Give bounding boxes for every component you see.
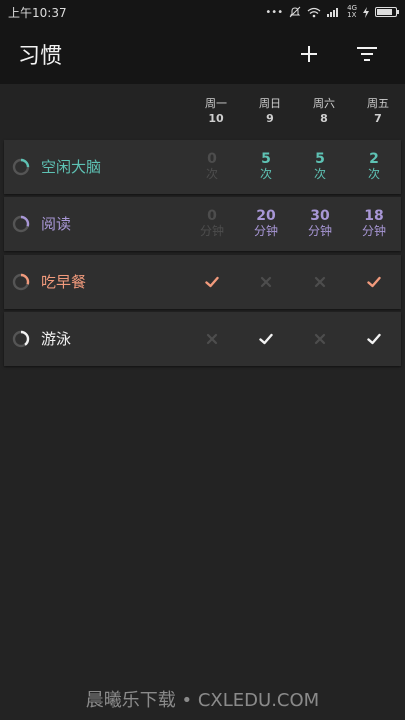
day-header-2: 周日 9 (243, 96, 297, 126)
habit-count-unit: 分钟 (253, 224, 278, 238)
day-number: 8 (320, 112, 328, 125)
status-icons: ••• 4G 1X (265, 4, 399, 19)
habit-count-cell[interactable]: 5次 (239, 140, 293, 194)
habit-count-cell[interactable]: 5次 (293, 140, 347, 194)
habit-progress-ring-icon (12, 158, 30, 176)
more-dots-icon: ••• (265, 6, 284, 18)
habit-check-cell[interactable] (239, 255, 293, 309)
battery-icon (375, 7, 399, 17)
habit-check-cell[interactable] (185, 255, 239, 309)
charging-icon (363, 6, 369, 18)
habit-count-value: 30 (310, 208, 330, 224)
habit-count-cell[interactable]: 18 分钟 (347, 197, 401, 251)
habit-count-cell[interactable]: 20 分钟 (239, 197, 293, 251)
plus-icon (301, 46, 317, 62)
habit-count-value: 0 (207, 151, 217, 167)
habit-name: 吃早餐 (41, 273, 87, 291)
cross-icon (260, 276, 272, 288)
habit-row[interactable]: 吃早餐 (4, 255, 401, 309)
habit-count-cell[interactable]: 2次 (347, 140, 401, 194)
habit-check-cell[interactable] (347, 312, 401, 366)
watermark: 晨曦乐下载 • CXLEDU.COM (85, 690, 320, 711)
habit-count-unit: 次 (313, 167, 326, 181)
habit-name: 空闲大脑 (41, 158, 102, 176)
day-header-4: 周五 7 (351, 96, 405, 126)
day-number: 7 (374, 112, 382, 125)
day-name: 周五 (367, 97, 389, 110)
habit-progress-ring-icon (12, 330, 30, 348)
cross-icon (206, 333, 218, 345)
habit-count-value: 18 (364, 208, 384, 224)
check-icon (205, 276, 219, 288)
day-header-3: 周六 8 (297, 96, 351, 126)
habit-check-cell[interactable] (347, 255, 401, 309)
habit-check-cell[interactable] (185, 312, 239, 366)
habit-count-unit: 次 (205, 167, 218, 181)
add-habit-button[interactable] (289, 34, 329, 74)
check-icon (367, 333, 381, 345)
day-header: 周一 10 周日 9 周六 8 周五 7 (0, 96, 405, 132)
signal-icon (327, 8, 339, 17)
habit-count-value: 0 (207, 208, 217, 224)
day-number: 9 (266, 112, 274, 125)
status-time: 上午10:37 (8, 5, 67, 20)
habit-count-unit: 分钟 (199, 224, 224, 238)
filter-icon (357, 47, 377, 61)
check-icon (367, 276, 381, 288)
habit-count-cell[interactable]: 0 分钟 (185, 197, 239, 251)
day-header-1: 周一 10 (189, 96, 243, 126)
habit-count-value: 5 (315, 151, 325, 167)
habit-count-value: 5 (261, 151, 271, 167)
check-icon (259, 333, 273, 345)
habit-name: 阅读 (41, 215, 72, 233)
day-number: 10 (208, 112, 224, 125)
cross-icon (314, 333, 326, 345)
mute-icon (289, 6, 301, 18)
day-name: 周日 (259, 97, 281, 110)
habit-count-value: 2 (369, 151, 379, 167)
habit-count-unit: 分钟 (361, 224, 386, 238)
filter-button[interactable] (347, 34, 387, 74)
habit-row[interactable]: 阅读 0 分钟 20 分钟 30 分钟 18 分钟 (4, 197, 401, 251)
habit-check-cell[interactable] (293, 255, 347, 309)
habit-name: 游泳 (41, 330, 72, 348)
habit-count-cell[interactable]: 30 分钟 (293, 197, 347, 251)
day-name: 周六 (313, 97, 335, 110)
habit-count-unit: 分钟 (307, 224, 332, 238)
status-bar: 上午10:37 ••• 4G 1X (0, 0, 405, 24)
habit-row[interactable]: 空闲大脑 0 次 5 次 5 次 2 次 (4, 140, 401, 194)
habit-count-value: 20 (256, 208, 276, 224)
habit-count-unit: 次 (367, 167, 380, 181)
habit-check-cell[interactable] (293, 312, 347, 366)
wifi-icon (307, 7, 321, 17)
day-name: 周一 (205, 97, 227, 110)
cross-icon (314, 276, 326, 288)
network-type: 4G 1X (347, 4, 357, 19)
app-bar: 习惯 (0, 24, 405, 84)
habit-row[interactable]: 游泳 (4, 312, 401, 366)
habit-check-cell[interactable] (239, 312, 293, 366)
habit-count-unit: 次 (259, 167, 272, 181)
habit-progress-ring-icon (12, 215, 30, 233)
habit-count-cell[interactable]: 0次 (185, 140, 239, 194)
habit-progress-ring-icon (12, 273, 30, 291)
page-title: 习惯 (18, 44, 63, 69)
